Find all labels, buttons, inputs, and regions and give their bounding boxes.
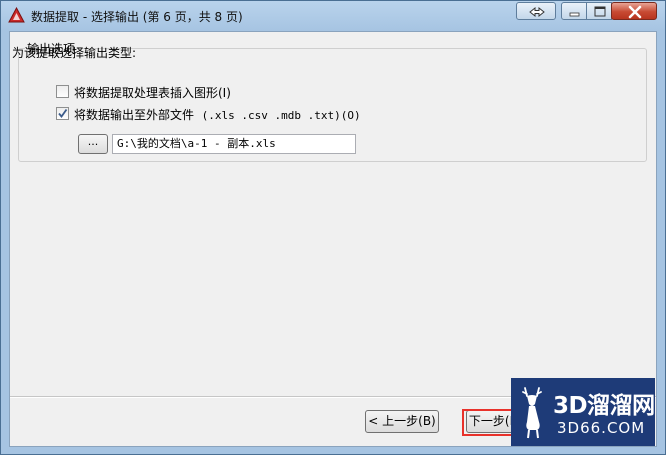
title-bar[interactable]: 数据提取 - 选择输出 (第 6 页，共 8 页) bbox=[1, 1, 665, 31]
deer-logo-icon bbox=[515, 382, 551, 440]
resize-button[interactable] bbox=[516, 2, 556, 20]
file-formats-text: (.xls .csv .mdb .txt)(O) bbox=[201, 109, 361, 122]
output-path-input[interactable]: G:\我的文档\a-1 - 副本.xls bbox=[112, 134, 356, 154]
browse-button[interactable]: ... bbox=[78, 134, 108, 154]
window-title: 数据提取 - 选择输出 (第 6 页，共 8 页) bbox=[31, 10, 243, 24]
watermark: 3D溜溜网 3D66.COM bbox=[511, 378, 655, 446]
output-type-prompt: 为该提取选择输出类型: bbox=[12, 46, 137, 60]
external-file-text: 将数据输出至外部文件 bbox=[74, 108, 195, 122]
external-file-label: 将数据输出至外部文件 (.xls .csv .mdb .txt)(O) bbox=[74, 106, 361, 123]
close-button[interactable] bbox=[611, 2, 657, 20]
watermark-brand: 3D溜溜网 bbox=[553, 393, 655, 419]
insert-table-label: 将数据提取处理表插入图形(I) bbox=[74, 86, 231, 100]
insert-table-checkbox[interactable] bbox=[56, 85, 69, 98]
back-button[interactable]: < 上一步(B) bbox=[365, 410, 439, 433]
minimize-button[interactable] bbox=[561, 2, 587, 20]
watermark-url: 3D66.COM bbox=[557, 419, 646, 437]
next-button-highlight bbox=[462, 409, 518, 436]
maximize-button[interactable] bbox=[586, 2, 612, 20]
external-file-checkbox[interactable] bbox=[56, 107, 69, 120]
dialog-window: 数据提取 - 选择输出 (第 6 页，共 8 页) 输出选项 为该提取选择输出类… bbox=[0, 0, 666, 455]
autocad-logo-icon bbox=[8, 6, 25, 24]
